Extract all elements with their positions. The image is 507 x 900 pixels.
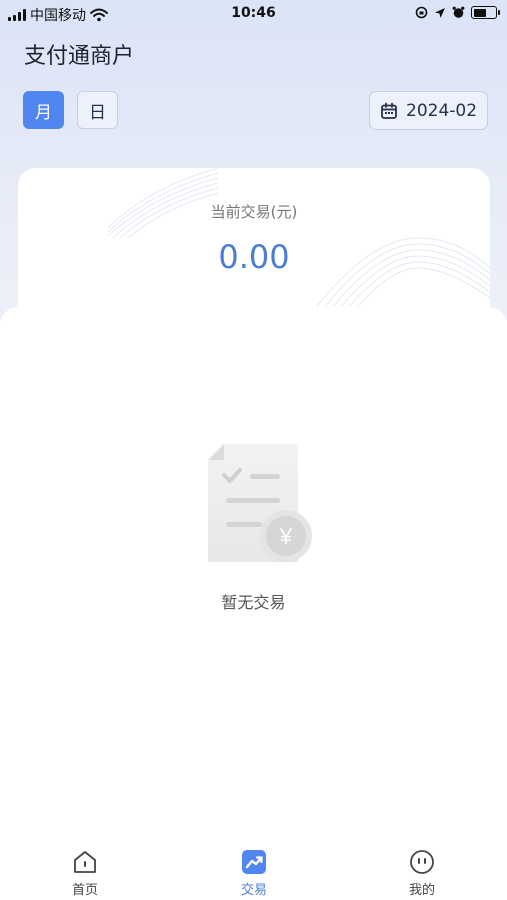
transaction-list-panel (0, 307, 507, 837)
alarm-icon (452, 6, 465, 18)
empty-state-text: 暂无交易 (221, 593, 286, 612)
month-toggle-button[interactable]: 月 (23, 91, 64, 129)
tab-home-label: 首页 (71, 883, 98, 898)
day-toggle-button[interactable]: 日 (77, 91, 118, 129)
tab-home[interactable]: 首页 (45, 848, 125, 898)
summary-label: 当前交易(元) (210, 203, 298, 221)
status-bar: 中国移动 10:46 (0, 0, 507, 28)
tab-transactions[interactable]: 交易 (214, 848, 294, 898)
date-picker-value: 2024-02 (406, 100, 478, 121)
tab-transactions-label: 交易 (240, 883, 267, 898)
location-icon (435, 7, 445, 18)
empty-receipt-icon: ¥ (208, 444, 312, 562)
status-right (415, 6, 500, 19)
page-title: 支付通商户 (24, 44, 135, 69)
trend-icon (242, 850, 266, 874)
home-icon (74, 851, 96, 873)
calendar-icon (381, 102, 397, 119)
orientation-lock-icon (415, 6, 428, 19)
tab-profile-label: 我的 (408, 883, 435, 898)
tab-profile[interactable]: 我的 (382, 848, 462, 898)
currency-symbol: ¥ (279, 524, 293, 549)
battery-icon (471, 6, 500, 19)
summary-amount: 0.00 (218, 238, 290, 276)
profile-icon (410, 850, 434, 874)
date-picker-button[interactable]: 2024-02 (369, 91, 488, 130)
bottom-tab-bar: 首页 交易 我的 (0, 838, 507, 900)
